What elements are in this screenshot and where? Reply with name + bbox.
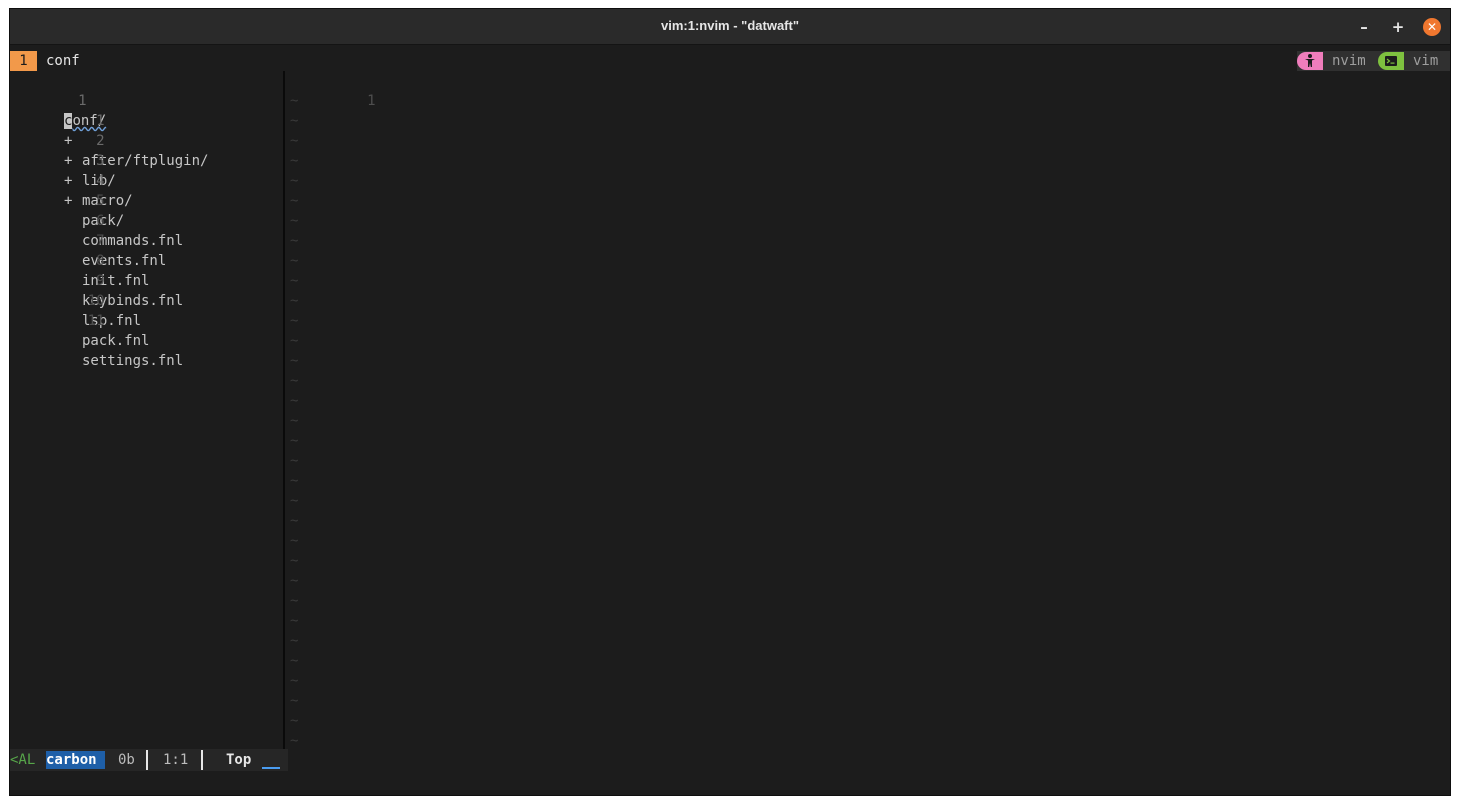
- tree-entry[interactable]: 5 commands.fnl: [10, 171, 283, 249]
- terminal-icon: [1378, 52, 1404, 70]
- tilde-marker: ~: [290, 413, 299, 429]
- file-tree-pane[interactable]: 1 conf/ 1 + after/ftplugin/ 2 + lib/ 3 +…: [10, 71, 283, 749]
- session-pill-nvim[interactable]: nvim: [1297, 51, 1378, 71]
- tilde-marker: ~: [290, 133, 299, 149]
- tree-entry[interactable]: 4 + pack/: [10, 151, 283, 229]
- tilde-marker: ~: [290, 193, 299, 209]
- statusline-separator: [146, 750, 148, 770]
- tilde-marker: ~: [290, 593, 299, 609]
- tree-entry[interactable]: 10 pack.fnl: [10, 271, 283, 349]
- line-number: 11: [87, 313, 105, 329]
- tilde-marker: ~: [290, 233, 299, 249]
- tree-entry[interactable]: 8 keybinds.fnl: [10, 231, 283, 309]
- pill-label-vim: vim: [1413, 53, 1439, 69]
- entry-name: pack.fnl: [82, 333, 150, 349]
- tilde-marker: ~: [290, 673, 299, 689]
- editor-line[interactable]: 1: [285, 71, 1450, 109]
- tabline: 1 conf nvim vim: [10, 51, 1450, 71]
- accessibility-icon: [1297, 52, 1323, 70]
- tilde-marker: ~: [290, 333, 299, 349]
- tilde-marker: ~: [290, 433, 299, 449]
- tree-entry[interactable]: 9 lsp.fnl: [10, 251, 283, 329]
- window-title: vim:1:nvim - "datwaft": [660, 18, 799, 33]
- entry-name: settings.fnl: [82, 353, 184, 369]
- tilde-marker: ~: [290, 353, 299, 369]
- tilde-marker: ~: [290, 513, 299, 529]
- tilde-marker: ~: [290, 633, 299, 649]
- tilde-marker: ~: [290, 273, 299, 289]
- tilde-marker: ~: [290, 253, 299, 269]
- buffer-name: carbon: [46, 751, 105, 769]
- tree-entry[interactable]: 2 + lib/: [10, 111, 283, 189]
- terminal-window: vim:1:nvim - "datwaft" – + ✕ 1 conf nvim: [9, 8, 1451, 796]
- tilde-marker: ~: [290, 173, 299, 189]
- tilde-marker: ~: [290, 693, 299, 709]
- buffer-size: 0b: [118, 752, 135, 768]
- tab-number[interactable]: 1: [10, 51, 37, 71]
- tree-entry[interactable]: 11 settings.fnl: [10, 291, 283, 369]
- tilde-marker: ~: [290, 453, 299, 469]
- tree-entry[interactable]: 7 init.fnl: [10, 211, 283, 289]
- scroll-indicator: Top: [226, 752, 252, 768]
- tilde-marker: ~: [290, 533, 299, 549]
- command-line[interactable]: [10, 771, 1450, 795]
- scroll-bar-indicator: [262, 767, 280, 769]
- tilde-marker: ~: [290, 373, 299, 389]
- statusline-fill: [288, 749, 1450, 771]
- tilde-marker: ~: [290, 573, 299, 589]
- mode-indicator: <AL: [10, 752, 36, 768]
- tree-entry[interactable]: 6 events.fnl: [10, 191, 283, 269]
- tilde-marker: ~: [290, 553, 299, 569]
- session-pill-vim[interactable]: vim: [1378, 51, 1450, 71]
- editor-pane[interactable]: 1 ~ ~ ~ ~ ~ ~ ~ ~ ~ ~ ~ ~ ~ ~ ~ ~ ~ ~ ~ ~ ~ ~ ~ ~ ~ ~ ~ ~ ~ ~ ~ ~ ~: [285, 71, 1450, 749]
- tilde-marker: ~: [290, 393, 299, 409]
- tilde-marker: ~: [290, 113, 299, 129]
- tilde-marker: ~: [290, 153, 299, 169]
- tilde-marker: ~: [290, 473, 299, 489]
- title-bar: vim:1:nvim - "datwaft" – + ✕: [10, 9, 1450, 45]
- tab-name[interactable]: conf: [46, 51, 80, 71]
- line-number: 1: [367, 93, 376, 109]
- pill-label-nvim: nvim: [1332, 53, 1366, 69]
- tilde-marker: ~: [290, 713, 299, 729]
- tree-entry[interactable]: 1 + after/ftplugin/: [10, 91, 283, 169]
- tree-root-row[interactable]: 1 conf/: [10, 71, 283, 129]
- close-button[interactable]: ✕: [1423, 18, 1441, 36]
- maximize-button[interactable]: +: [1389, 18, 1407, 36]
- statusline: <AL carbon 0b 1:1 Top: [10, 749, 1450, 771]
- statusline-separator: [201, 750, 203, 770]
- tilde-marker: ~: [290, 733, 299, 749]
- tree-entry[interactable]: 3 + macro/: [10, 131, 283, 209]
- tilde-marker: ~: [290, 653, 299, 669]
- tilde-marker: ~: [290, 493, 299, 509]
- minimize-button[interactable]: –: [1355, 18, 1373, 36]
- tilde-marker: ~: [290, 293, 299, 309]
- tilde-marker: ~: [290, 93, 299, 109]
- tilde-marker: ~: [290, 313, 299, 329]
- tilde-marker: ~: [290, 613, 299, 629]
- tilde-marker: ~: [290, 213, 299, 229]
- cursor-position: 1:1: [163, 752, 189, 768]
